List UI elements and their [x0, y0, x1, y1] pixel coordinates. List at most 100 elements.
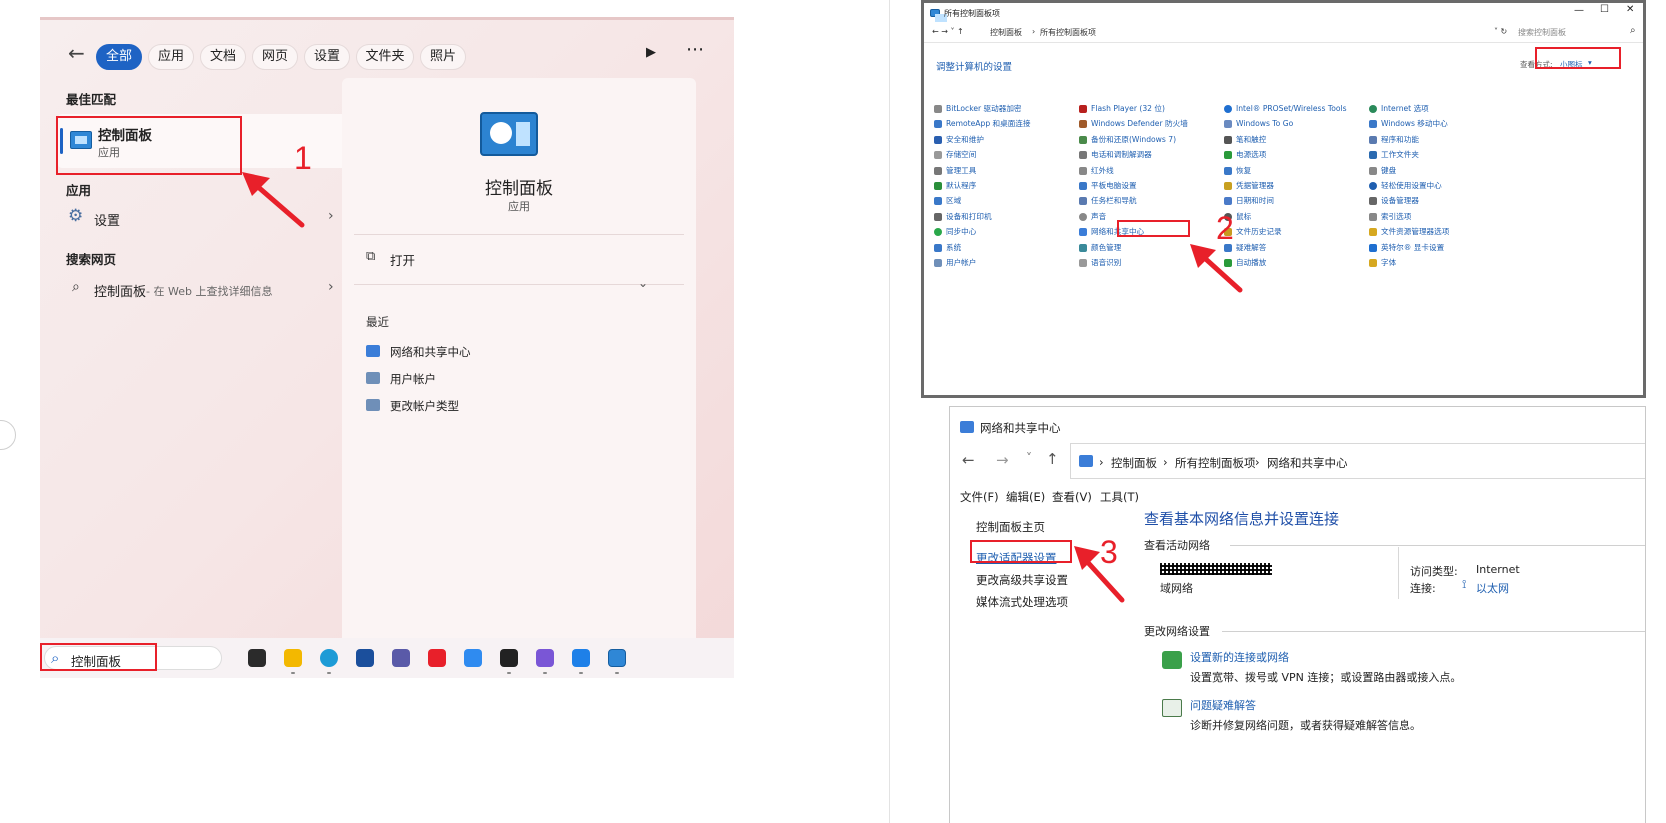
new-connection-link[interactable]: 设置新的连接或网络: [1190, 649, 1289, 665]
up-arrow-icon[interactable]: ↑: [1046, 450, 1059, 468]
photos-icon[interactable]: [536, 649, 554, 667]
filter-chip-settings[interactable]: 设置: [304, 44, 350, 70]
forward-arrow-icon[interactable]: →: [996, 451, 1009, 469]
cp-item[interactable]: 笔和触控: [1224, 132, 1369, 147]
play-icon[interactable]: ▶: [646, 45, 656, 60]
menu-tools[interactable]: 工具(T): [1100, 489, 1139, 505]
filter-chip-all[interactable]: 全部: [96, 44, 142, 70]
back-arrow-icon[interactable]: ←: [962, 451, 975, 469]
filter-chip-web[interactable]: 网页: [252, 44, 298, 70]
huawei-icon[interactable]: [428, 649, 446, 667]
sidebar-advanced-sharing-link[interactable]: 更改高级共享设置: [976, 572, 1068, 588]
cp-item[interactable]: Flash Player (32 位): [1079, 101, 1224, 116]
cp-item[interactable]: 字体: [1369, 255, 1514, 270]
cp-item[interactable]: RemoteApp 和桌面连接: [934, 116, 1079, 131]
expand-chevron-icon[interactable]: ⌄: [638, 276, 648, 290]
recent-item[interactable]: 用户帐户: [366, 369, 666, 389]
filter-chip-photos[interactable]: 照片: [420, 44, 466, 70]
web-search-term: 控制面板: [94, 285, 147, 300]
recent-item[interactable]: 更改帐户类型: [366, 396, 666, 416]
store-icon[interactable]: [356, 649, 374, 667]
cp-item[interactable]: 轻松使用设置中心: [1369, 178, 1514, 193]
cp-item[interactable]: 日期和时间: [1224, 193, 1369, 208]
menu-view[interactable]: 查看(V): [1052, 489, 1092, 505]
cp-item[interactable]: Windows Defender 防火墙: [1079, 116, 1224, 131]
cp-item[interactable]: 同步中心: [934, 224, 1079, 239]
cp-item[interactable]: 设备管理器: [1369, 193, 1514, 208]
new-connection-icon: [1162, 651, 1182, 669]
edge-icon[interactable]: [320, 649, 338, 667]
open-external-icon: ⧉: [366, 249, 376, 264]
filter-chip-apps[interactable]: 应用: [148, 44, 194, 70]
menu-edit[interactable]: 编辑(E): [1006, 489, 1045, 505]
cp-item-label: Windows Defender 防火墙: [1091, 119, 1188, 129]
nav-arrows-icon[interactable]: ← → ˅ ↑: [932, 27, 964, 36]
breadcrumb-item[interactable]: 控制面板: [990, 27, 1022, 38]
filter-chip-docs[interactable]: 文档: [200, 44, 246, 70]
breadcrumb-item[interactable]: 所有控制面板项: [1175, 455, 1256, 471]
cp-item[interactable]: 管理工具: [934, 163, 1079, 178]
cp-item[interactable]: 存储空间: [934, 147, 1079, 162]
scroll-circle[interactable]: [0, 420, 16, 450]
cp-item[interactable]: 区域: [934, 193, 1079, 208]
recent-pages-icon[interactable]: ˅: [1026, 451, 1032, 465]
more-options-icon[interactable]: ⋯: [686, 39, 704, 60]
cp-item-label: 键盘: [1381, 165, 1397, 175]
task-view-icon[interactable]: [248, 649, 266, 667]
sidebar-media-streaming-link[interactable]: 媒体流式处理选项: [976, 594, 1068, 610]
cp-item[interactable]: 索引选项: [1369, 209, 1514, 224]
cp-item[interactable]: 键盘: [1369, 163, 1514, 178]
search-icon[interactable]: ⌕: [1630, 25, 1636, 36]
control-panel-taskbar-icon[interactable]: [608, 649, 626, 667]
terminal-icon[interactable]: [500, 649, 518, 667]
cp-item[interactable]: 默认程序: [934, 178, 1079, 193]
device-icon[interactable]: [572, 649, 590, 667]
cp-item[interactable]: Windows To Go: [1224, 116, 1369, 131]
cp-item[interactable]: Windows 移动中心: [1369, 116, 1514, 131]
cloud-icon[interactable]: [464, 649, 482, 667]
cp-item[interactable]: Intel® PROSet/Wireless Tools: [1224, 101, 1369, 116]
cp-item[interactable]: 鼠标: [1224, 209, 1369, 224]
minimize-icon[interactable]: —: [1574, 5, 1584, 16]
cp-item[interactable]: 平板电脑设置: [1079, 178, 1224, 193]
breadcrumb-item[interactable]: 所有控制面板项: [1040, 27, 1096, 38]
cp-item[interactable]: 文件历史记录: [1224, 224, 1369, 239]
address-bar[interactable]: › 控制面板 › 所有控制面板项 › 网络和共享中心: [1070, 443, 1645, 479]
file-explorer-icon[interactable]: [284, 649, 302, 667]
cp-item[interactable]: 设备和打印机: [934, 209, 1079, 224]
app-icon[interactable]: [392, 649, 410, 667]
troubleshoot-link[interactable]: 问题疑难解答: [1190, 697, 1256, 713]
cp-item[interactable]: 文件资源管理器选项: [1369, 224, 1514, 239]
breadcrumb-item[interactable]: 网络和共享中心: [1267, 455, 1348, 471]
web-search-item[interactable]: ⌕ 控制面板 - 在 Web 上查找详细信息 ›: [58, 273, 348, 303]
breadcrumb-item[interactable]: 控制面板: [1111, 455, 1157, 471]
search-placeholder[interactable]: 搜索控制面板: [1518, 27, 1566, 38]
cp-item[interactable]: 用户帐户: [934, 255, 1079, 270]
cp-item[interactable]: 红外线: [1079, 163, 1224, 178]
close-icon[interactable]: ✕: [1626, 4, 1634, 15]
cp-item[interactable]: 英特尔® 显卡设置: [1369, 240, 1514, 255]
cp-item[interactable]: 电源选项: [1224, 147, 1369, 162]
cp-item[interactable]: Internet 选项: [1369, 101, 1514, 116]
cp-item[interactable]: BitLocker 驱动器加密: [934, 101, 1079, 116]
maximize-icon[interactable]: ☐: [1600, 4, 1609, 15]
cp-item[interactable]: 恢复: [1224, 163, 1369, 178]
cp-item[interactable]: 安全和维护: [934, 132, 1079, 147]
cp-item[interactable]: 电话和调制解调器: [1079, 147, 1224, 162]
cp-item[interactable]: 任务栏和导航: [1079, 193, 1224, 208]
filter-chip-folders[interactable]: 文件夹: [356, 44, 414, 70]
ethernet-link[interactable]: 以太网: [1476, 580, 1509, 596]
cp-item[interactable]: 备份和还原(Windows 7): [1079, 132, 1224, 147]
cp-item[interactable]: 工作文件夹: [1369, 147, 1514, 162]
cp-item[interactable]: 程序和功能: [1369, 132, 1514, 147]
back-arrow-icon[interactable]: ←: [68, 41, 85, 65]
open-action[interactable]: ⧉ 打开: [354, 244, 684, 272]
cp-item[interactable]: 系统: [934, 240, 1079, 255]
network-sharing-window: 网络和共享中心 ← → ˅ ↑ › 控制面板 › 所有控制面板项 › 网络和共享…: [949, 406, 1646, 823]
red-arrow-icon: [242, 172, 305, 228]
refresh-icon[interactable]: ˅ ↻: [1494, 27, 1507, 36]
recent-item[interactable]: 网络和共享中心: [366, 342, 666, 362]
cp-item[interactable]: 凭据管理器: [1224, 178, 1369, 193]
menu-file[interactable]: 文件(F): [960, 489, 999, 505]
sidebar-home-link[interactable]: 控制面板主页: [976, 519, 1045, 535]
